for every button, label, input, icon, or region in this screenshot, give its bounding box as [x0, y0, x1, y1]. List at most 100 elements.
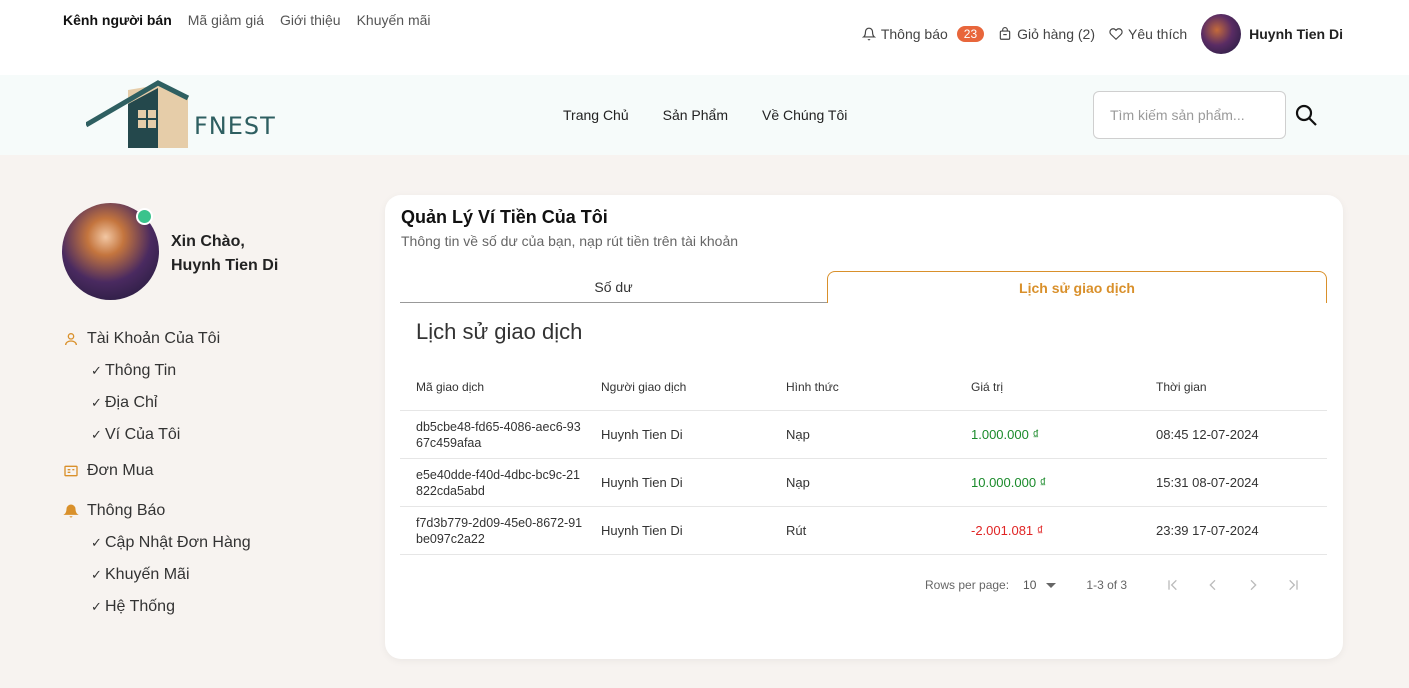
- about-link[interactable]: Giới thiệu: [280, 12, 341, 28]
- sidebar-item-label: Cập Nhật Đơn Hàng: [105, 534, 251, 551]
- bell-icon: [63, 504, 79, 518]
- greeting: Xin Chào, Huynh Tien Di: [171, 230, 278, 278]
- bell-icon: [861, 27, 876, 41]
- transaction-type: Rút: [786, 523, 807, 538]
- user-name: Huynh Tien Di: [1249, 26, 1343, 42]
- sidebar-item-label: Thông Báo: [87, 502, 166, 519]
- notifications-count-badge: 23: [956, 26, 985, 42]
- sidebar-item-system[interactable]: ✓ Hệ Thống: [63, 596, 251, 618]
- cart-button[interactable]: Giỏ hàng (2): [998, 26, 1095, 42]
- favorites-button[interactable]: Yêu thích: [1109, 26, 1187, 42]
- check-icon: ✓: [91, 567, 102, 582]
- column-header: Người giao dịch: [601, 379, 687, 394]
- sidebar-item-label: Khuyến Mãi: [105, 566, 190, 583]
- page-subtitle: Thông tin về số dư của bạn, nạp rút tiền…: [401, 233, 739, 249]
- transaction-type: Nạp: [786, 427, 810, 442]
- transaction-amount: -2.001.081 ₫: [971, 523, 1044, 538]
- search-icon[interactable]: [1294, 103, 1318, 127]
- check-icon: ✓: [91, 363, 102, 378]
- transaction-user: Huynh Tien Di: [601, 523, 683, 538]
- greeting-name: Huynh Tien Di: [171, 257, 279, 274]
- transaction-id: db5cbe48-fd65-4086-aec6-9367c459afaa: [416, 419, 581, 450]
- transaction-time: 15:31 08-07-2024: [1156, 475, 1259, 490]
- transactions-table: Mã giao dịch Người giao dịch Hình thức G…: [400, 363, 1327, 555]
- first-page-button[interactable]: [1153, 577, 1193, 593]
- table-row: f7d3b779-2d09-45e0-8672-91be097c2a22 Huy…: [400, 507, 1327, 555]
- shopping-bag-icon: [999, 27, 1011, 40]
- check-icon: ✓: [91, 427, 102, 442]
- user-icon: [65, 333, 77, 346]
- sidebar-item-label: Đơn Mua: [87, 462, 154, 479]
- previous-page-button[interactable]: [1193, 577, 1233, 593]
- avatar: [1201, 14, 1242, 54]
- top-actions: Thông báo 23 Giỏ hàng (2) Yêu thích Huyn…: [861, 13, 1343, 55]
- receipt-icon: [64, 465, 78, 477]
- transaction-amount: 10.000.000 ₫: [971, 475, 1047, 490]
- nav-products[interactable]: Sản Phẩm: [663, 107, 728, 123]
- search-input[interactable]: [1093, 91, 1286, 139]
- chevron-left-icon: [1209, 579, 1216, 591]
- logo-text: FNEST: [194, 112, 276, 140]
- wallet-tabs: Số dư Lịch sử giao dịch: [400, 271, 1327, 303]
- pagination: Rows per page: 10 1-3 of 3: [925, 575, 1313, 595]
- sidebar-item-profile[interactable]: ✓ Thông Tin: [63, 360, 251, 382]
- transaction-type: Nạp: [786, 475, 810, 490]
- sidebar-item-label: Tài Khoản Của Tôi: [87, 330, 221, 347]
- column-header: Giá trị: [971, 379, 1004, 394]
- nav-about[interactable]: Về Chúng Tôi: [762, 107, 847, 123]
- rows-per-page-value: 10: [1023, 578, 1037, 592]
- sidebar-item-label: Địa Chỉ: [105, 394, 158, 411]
- rows-per-page-select[interactable]: 10: [1023, 578, 1057, 592]
- nav-links: Trang Chủ Sản Phẩm Về Chúng Tôi: [563, 107, 847, 123]
- top-links: Kênh người bán Mã giảm giá Giới thiệu Kh…: [63, 12, 431, 28]
- sidebar-item-account[interactable]: Tài Khoản Của Tôi: [63, 328, 251, 350]
- notifications-label: Thông báo: [880, 26, 948, 42]
- transaction-id: e5e40dde-f40d-4dbc-bc9c-21822cda5abd: [416, 467, 581, 498]
- user-menu[interactable]: Huynh Tien Di: [1201, 14, 1343, 54]
- nav-home[interactable]: Trang Chủ: [563, 107, 629, 123]
- rows-per-page-label: Rows per page:: [925, 578, 1010, 592]
- transaction-amount: 1.000.000 ₫: [971, 427, 1040, 442]
- last-page-button[interactable]: [1273, 577, 1313, 593]
- sidebar-item-address[interactable]: ✓ Địa Chỉ: [63, 392, 251, 414]
- page-title: Quản Lý Ví Tiền Của Tôi: [401, 207, 608, 227]
- promotions-link[interactable]: Khuyến mãi: [357, 12, 431, 28]
- notifications-button[interactable]: Thông báo 23: [861, 26, 985, 42]
- sidebar-item-notifications[interactable]: Thông Báo: [63, 500, 251, 522]
- online-status-dot: [136, 208, 153, 225]
- sidebar-item-label: Ví Của Tôi: [105, 426, 181, 443]
- sidebar-item-wallet[interactable]: ✓ Ví Của Tôi: [63, 424, 251, 446]
- greeting-line-1: Xin Chào,: [171, 233, 245, 250]
- transaction-time: 23:39 17-07-2024: [1156, 523, 1259, 538]
- check-icon: ✓: [91, 599, 102, 614]
- next-page-button[interactable]: [1233, 577, 1273, 593]
- transaction-user: Huynh Tien Di: [601, 427, 683, 442]
- check-icon: ✓: [91, 395, 102, 410]
- chevron-right-icon: [1250, 579, 1257, 591]
- wallet-card: Quản Lý Ví Tiền Của Tôi Thông tin về số …: [385, 195, 1343, 659]
- column-header: Mã giao dịch: [416, 379, 485, 394]
- sidebar-item-label: Thông Tin: [105, 362, 177, 379]
- vouchers-link[interactable]: Mã giảm giá: [188, 12, 264, 28]
- last-page-icon: [1289, 579, 1298, 591]
- top-bar: Kênh người bán Mã giảm giá Giới thiệu Kh…: [0, 0, 1409, 75]
- first-page-icon: [1168, 579, 1177, 591]
- sidebar-item-orders[interactable]: Đơn Mua: [63, 460, 251, 482]
- transaction-id: f7d3b779-2d09-45e0-8672-91be097c2a22: [416, 515, 583, 546]
- check-icon: ✓: [91, 535, 102, 550]
- sidebar-item-order-updates[interactable]: ✓ Cập Nhật Đơn Hàng: [63, 532, 251, 554]
- main-nav: FNEST Trang Chủ Sản Phẩm Về Chúng Tôi: [0, 75, 1409, 155]
- section-title: Lịch sử giao dịch: [416, 319, 583, 344]
- tab-balance[interactable]: Số dư: [400, 271, 827, 303]
- table-header: Mã giao dịch Người giao dịch Hình thức G…: [400, 363, 1327, 411]
- sidebar-menu: Tài Khoản Của Tôi ✓ Thông Tin ✓ Địa Chỉ ✓ V…: [63, 328, 251, 618]
- transaction-time: 08:45 12-07-2024: [1156, 427, 1259, 442]
- sidebar-item-label: Hệ Thống: [105, 598, 175, 615]
- table-row: e5e40dde-f40d-4dbc-bc9c-21822cda5abd Huy…: [400, 459, 1327, 507]
- seller-channel-link[interactable]: Kênh người bán: [63, 12, 172, 28]
- sidebar-item-promotions[interactable]: ✓ Khuyến Mãi: [63, 564, 251, 586]
- favorites-label: Yêu thích: [1127, 26, 1188, 42]
- heart-icon: [1109, 28, 1123, 41]
- pagination-range: 1-3 of 3: [1086, 578, 1128, 592]
- tab-transaction-history[interactable]: Lịch sử giao dịch: [827, 271, 1327, 303]
